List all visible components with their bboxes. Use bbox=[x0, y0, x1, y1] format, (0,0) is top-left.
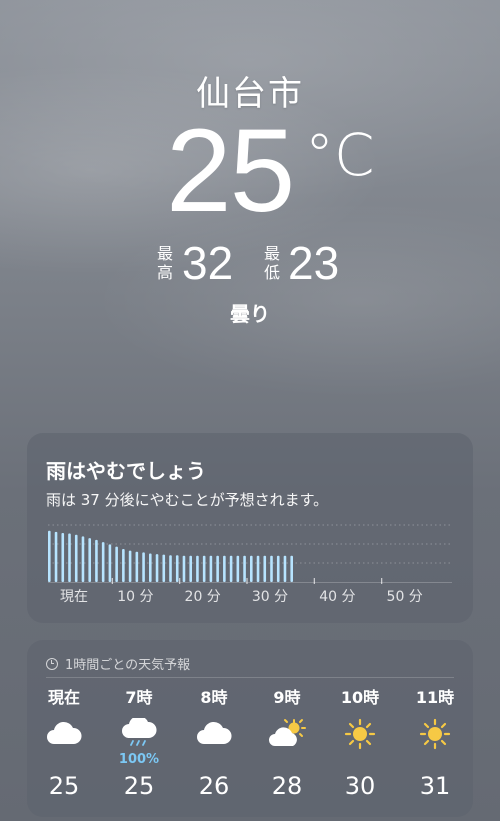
precip-bar bbox=[61, 532, 65, 582]
precip-bar bbox=[243, 555, 246, 582]
precip-bar bbox=[74, 534, 78, 582]
precip-bar bbox=[54, 531, 58, 582]
chart-tick-label: 現在 bbox=[60, 589, 88, 605]
precip-bar bbox=[142, 552, 145, 582]
cloud-icon bbox=[182, 716, 246, 764]
precip-bar bbox=[189, 555, 192, 582]
sun-icon bbox=[328, 716, 392, 764]
precipitation-chart: 現在 10 分 20 分 30 分 40 分 50 分 bbox=[48, 524, 452, 605]
precip-bar bbox=[202, 555, 206, 582]
precip-bar bbox=[223, 555, 226, 582]
precip-bar bbox=[270, 555, 273, 582]
hourly-item: 8時 26 bbox=[182, 688, 246, 800]
chart-tick-label: 10 分 bbox=[117, 589, 153, 605]
hour-temperature: 26 bbox=[198, 772, 230, 800]
hour-label: 11時 bbox=[415, 688, 455, 707]
hourly-header: 1時間ごとの天気予報 bbox=[46, 654, 190, 673]
precip-bar bbox=[95, 539, 98, 582]
chart-tick-label: 50 分 bbox=[387, 589, 423, 605]
precip-bar bbox=[135, 551, 139, 582]
chart-tick-label: 20 分 bbox=[185, 589, 221, 605]
hour-temperature: 28 bbox=[271, 772, 303, 800]
precip-bar bbox=[216, 555, 219, 582]
current-temperature: 25 bbox=[166, 105, 295, 237]
cloud-rain-icon: 100% bbox=[107, 716, 171, 767]
chart-tick-label: 40 分 bbox=[319, 589, 355, 605]
precip-bar bbox=[229, 555, 233, 582]
precip-bar bbox=[175, 555, 179, 582]
precip-bar bbox=[155, 554, 159, 582]
precip-bar bbox=[263, 555, 267, 582]
precip-bar bbox=[283, 555, 287, 582]
precip-bar bbox=[48, 530, 51, 582]
partly-sunny-icon bbox=[255, 716, 319, 764]
cloud-icon bbox=[32, 716, 96, 764]
hour-label: 9時 bbox=[273, 688, 301, 707]
precip-bar bbox=[196, 555, 199, 582]
high-low: 最 高 32 最 低 23 bbox=[0, 240, 500, 294]
precip-bar bbox=[149, 553, 152, 582]
clock-icon bbox=[46, 657, 58, 670]
precip-bar bbox=[128, 550, 132, 582]
hour-temperature: 25 bbox=[48, 772, 80, 800]
precip-bar bbox=[101, 542, 105, 582]
precip-bar bbox=[182, 555, 186, 582]
precip-bar bbox=[108, 544, 112, 582]
precip-bar bbox=[68, 533, 71, 582]
hour-temperature: 30 bbox=[344, 772, 376, 800]
hour-label: 8時 bbox=[200, 688, 228, 707]
hourly-item: 11時 31 bbox=[403, 688, 467, 800]
precip-bar bbox=[209, 555, 213, 582]
temperature-unit: °C bbox=[305, 121, 375, 189]
hour-label: 10時 bbox=[340, 688, 380, 707]
high-temperature: 32 bbox=[182, 237, 234, 289]
precip-bar bbox=[122, 548, 125, 582]
hourly-item: 7時 100% 25 bbox=[107, 688, 171, 800]
low-temperature: 23 bbox=[288, 237, 340, 289]
precip-bar bbox=[236, 555, 240, 582]
hourly-header-label: 1時間ごとの天気予報 bbox=[65, 658, 191, 673]
precip-bar bbox=[162, 554, 166, 582]
rain-forecast-card[interactable]: 雨はやむでしょう 雨は 37 分後にやむことが予想されます。 現在 10 分 20 … bbox=[27, 433, 473, 623]
hour-label: 現在 bbox=[47, 688, 80, 707]
precip-bar bbox=[81, 536, 85, 582]
precip-probability: 100% bbox=[118, 752, 160, 767]
precip-bar bbox=[169, 555, 172, 582]
hourly-item: 現在 25 bbox=[32, 688, 96, 800]
hour-temperature: 25 bbox=[123, 772, 155, 800]
precip-bar bbox=[290, 555, 293, 582]
low-label: 最 低 bbox=[263, 244, 280, 282]
high-label: 最 高 bbox=[156, 244, 173, 282]
current-weather-header: 仙台市 25 °C 最 高 32 最 低 23 曇り bbox=[0, 0, 500, 340]
hour-temperature: 31 bbox=[419, 772, 451, 800]
current-temperature-block: 25 °C bbox=[0, 112, 500, 232]
divider bbox=[46, 677, 454, 678]
weather-condition: 曇り bbox=[230, 302, 270, 326]
precip-bar bbox=[256, 555, 260, 582]
precip-bar bbox=[250, 555, 253, 582]
precip-bar bbox=[115, 546, 118, 582]
precip-bar bbox=[276, 555, 280, 582]
hourly-item: 10時 30 bbox=[328, 688, 392, 800]
hour-label: 7時 bbox=[125, 688, 153, 707]
hourly-forecast-card[interactable]: 1時間ごとの天気予報 現在 25 7時 100% 25 8時 26 9時 28 10時 30 11時 3… bbox=[27, 640, 473, 817]
hourly-item: 9時 28 bbox=[255, 688, 319, 800]
chart-tick-label: 30 分 bbox=[252, 589, 288, 605]
sun-icon bbox=[403, 716, 467, 764]
precip-bar bbox=[88, 538, 91, 582]
